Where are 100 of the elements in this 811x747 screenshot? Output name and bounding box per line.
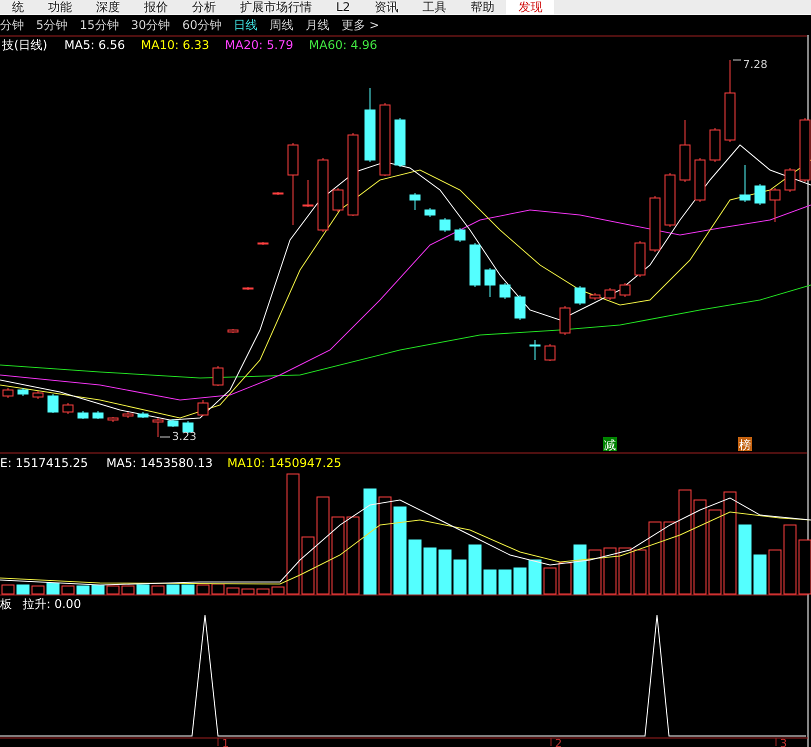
menu-item[interactable]: 功能 [36,0,84,15]
candlestick [620,282,630,298]
candlestick [138,412,148,418]
volume-bar [618,548,632,594]
menu-item[interactable]: 发现 [506,0,554,15]
legend-text: E: 1517415.25 [0,456,88,470]
volume-bar [62,586,74,594]
candlestick [198,400,208,416]
candlestick [634,240,646,278]
volume-bar [784,524,796,594]
legend-text: MA20: 5.79 [224,38,294,52]
period-tab[interactable]: 15分钟 [80,16,119,34]
menu-item[interactable]: L2 [324,0,362,15]
volume-bar [46,582,60,594]
candlestick [440,218,450,232]
menu-item[interactable]: 工具 [410,0,458,15]
axis-label: 3 [780,737,787,747]
candlestick [2,388,14,398]
volume-bar [408,540,422,594]
period-tab[interactable]: 5分钟 [36,16,68,34]
volume-bar [424,548,436,594]
menu-item[interactable]: 帮助 [458,0,506,15]
volume-bar [32,586,44,594]
period-tab[interactable]: 更多 > [341,16,380,34]
legend-text: 技(日线) [2,38,48,52]
menu-item[interactable]: 资讯 [362,0,410,15]
candlestick [302,180,314,208]
volume-bar [574,544,586,594]
period-tab[interactable]: 60分钟 [182,16,222,34]
volume-bar [226,588,240,594]
candlestick [92,410,104,420]
menu-item[interactable]: 统 [0,0,36,15]
candlestick [182,420,194,434]
period-tab[interactable]: 30分钟 [130,16,170,34]
candlestick [454,228,466,242]
menu-item[interactable]: 报价 [132,0,180,15]
candlestick [590,292,600,300]
volume-bar [498,570,512,594]
signal-text: 榜 [739,438,751,452]
volume-bar [528,560,542,594]
candlestick [574,286,586,306]
candlestick [108,416,118,422]
axis-label: 1 [222,737,229,747]
candlestick [530,340,540,360]
candlestick [228,328,238,334]
menu-item[interactable]: 深度 [84,0,132,15]
candlestick [664,172,676,228]
volume-bar [754,554,766,594]
volume-bar [468,544,482,594]
candlestick [694,158,706,202]
volume-bar [454,560,466,594]
candlestick [272,192,284,196]
volume-bar [302,536,314,594]
volume-bar [166,584,180,594]
legend-text: MA60: 4.96 [308,38,378,52]
period-tab[interactable]: 月线 [305,16,330,34]
candlestick [710,128,720,162]
legend-text: MA5: 1453580.13 [106,456,213,470]
period-tab[interactable]: 周线 [269,16,294,34]
axis-label: 2 [555,737,562,747]
period-tab[interactable]: 分钟 [0,16,24,34]
volume-bar [738,524,752,594]
candlestick [168,418,178,428]
price-label: 3.23 [172,430,196,443]
candlestick [650,196,660,252]
volume-bar [152,586,164,594]
candlestick [424,208,436,218]
candlestick [740,164,750,202]
candlestick [784,168,796,192]
price-label: 7.28 [743,58,768,71]
leader-line [160,436,170,438]
legend-text: 拉升: 0.00 [22,597,82,611]
candlestick [332,188,344,212]
period-tab[interactable]: 日线 [233,16,258,34]
volume-bar [242,588,254,594]
menu-item[interactable]: 扩展市场行情 [228,0,324,15]
volume-bar [16,584,30,594]
candlestick [560,306,570,336]
volume-bar [92,584,104,594]
candlestick [500,282,510,300]
volume-bar [136,584,150,594]
volume-bar [272,586,284,594]
candlestick [48,394,58,414]
legend-text: MA10: 1450947.25 [227,456,342,470]
candlestick [258,242,268,246]
menu-item[interactable]: 分析 [180,0,228,15]
candlestick [242,286,254,290]
candlestick [754,184,766,206]
volume-bar [768,550,782,594]
volume-bar [106,586,120,594]
volume-bar [256,588,270,594]
candlestick [212,366,224,386]
signal-text: 减 [604,438,616,452]
volume-bar [76,586,90,594]
candlestick [18,388,28,396]
volume-bar [438,550,452,594]
legend-text: MA10: 6.33 [140,38,210,52]
volume-bar [484,570,496,594]
candlestick [680,120,690,182]
candlestick [484,268,496,298]
